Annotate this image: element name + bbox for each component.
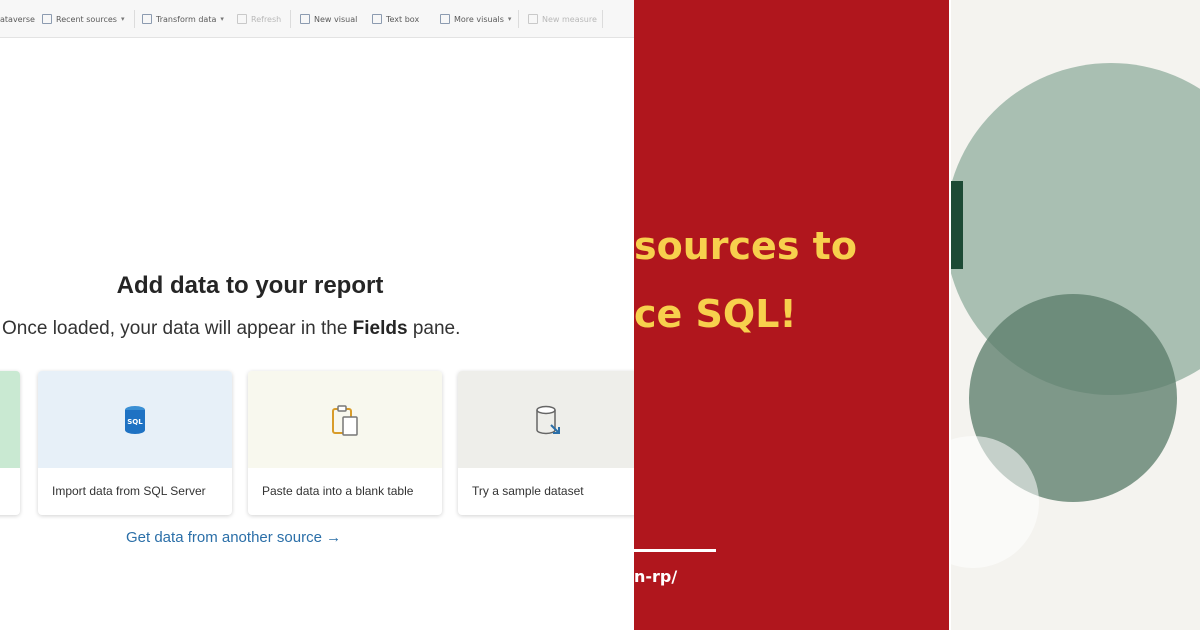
toolbar-dataverse-label: ataverse	[0, 14, 35, 24]
subtitle-fields-word: Fields	[352, 318, 408, 339]
subtitle-text: Once loaded, your data will appear in th…	[2, 318, 353, 339]
transform-data-icon	[142, 14, 152, 24]
card-header	[0, 371, 20, 468]
toolbar-more-visuals[interactable]: More visuals ▾	[440, 11, 511, 27]
banner-url[interactable]: n-rp/	[634, 567, 677, 586]
toolbar-refresh[interactable]: Refresh	[237, 11, 281, 27]
toolbar-divider	[602, 10, 603, 28]
paste-table-icon	[330, 405, 360, 441]
toolbar-transform-data-label: Transform data	[156, 14, 217, 24]
decorative-panel	[949, 0, 1200, 630]
toolbar-recent-sources[interactable]: Recent sources ▾	[42, 11, 124, 27]
sample-dataset-icon	[533, 405, 563, 441]
card-label: Try a sample dataset	[472, 484, 584, 498]
toolbar-dataverse[interactable]: ataverse	[0, 11, 35, 27]
decorative-circles	[951, 63, 1200, 568]
ribbon-toolbar: ataverse Recent sources ▾ Transform data…	[0, 0, 634, 38]
toolbar-divider	[290, 10, 291, 28]
partial-card[interactable]	[0, 371, 20, 515]
refresh-icon	[237, 14, 247, 24]
chevron-down-icon: ▾	[220, 15, 224, 23]
toolbar-divider	[518, 10, 519, 28]
toolbar-new-measure-label: New measure	[542, 14, 597, 24]
toolbar-recent-sources-label: Recent sources	[56, 14, 117, 24]
toolbar-text-box-label: Text box	[386, 14, 420, 24]
headline-line-1: sources to	[634, 224, 857, 268]
toolbar-divider	[134, 10, 135, 28]
card-paste-data[interactable]: Paste data into a blank table	[248, 371, 442, 515]
card-label: Import data from SQL Server	[52, 484, 206, 498]
card-import-sql[interactable]: SQL Import data from SQL Server	[38, 371, 232, 515]
page-title: Add data to your report	[116, 272, 384, 299]
sql-server-icon: SQL	[121, 405, 149, 439]
get-data-link[interactable]: Get data from another source →	[126, 529, 341, 546]
subtitle-text-end: pane.	[407, 318, 461, 339]
recent-sources-icon	[42, 14, 52, 24]
page-subtitle: Once loaded, your data will appear in th…	[2, 318, 460, 340]
green-accent-bar	[951, 181, 963, 269]
toolbar-refresh-label: Refresh	[251, 14, 282, 24]
toolbar-new-measure[interactable]: New measure	[528, 11, 597, 27]
more-visuals-icon	[440, 14, 450, 24]
toolbar-text-box[interactable]: Text box	[372, 11, 419, 27]
chevron-down-icon: ▾	[507, 15, 512, 23]
toolbar-new-visual-label: New visual	[314, 14, 358, 24]
toolbar-new-visual[interactable]: New visual	[300, 11, 357, 27]
svg-text:SQL: SQL	[127, 418, 143, 426]
banner-panel: sources to ce SQL! n-rp/	[634, 0, 949, 630]
toolbar-transform-data[interactable]: Transform data ▾	[142, 11, 224, 27]
new-measure-icon	[528, 14, 538, 24]
card-label: Paste data into a blank table	[262, 484, 414, 498]
text-box-icon	[372, 14, 382, 24]
card-sample-dataset[interactable]: Try a sample dataset	[458, 371, 634, 515]
toolbar-more-visuals-label: More visuals	[454, 14, 504, 24]
headline-line-2: ce SQL!	[634, 292, 797, 336]
divider-rule	[634, 549, 716, 552]
report-screenshot: ataverse Recent sources ▾ Transform data…	[0, 0, 634, 630]
chevron-down-icon: ▾	[120, 15, 125, 23]
new-visual-icon	[300, 14, 310, 24]
